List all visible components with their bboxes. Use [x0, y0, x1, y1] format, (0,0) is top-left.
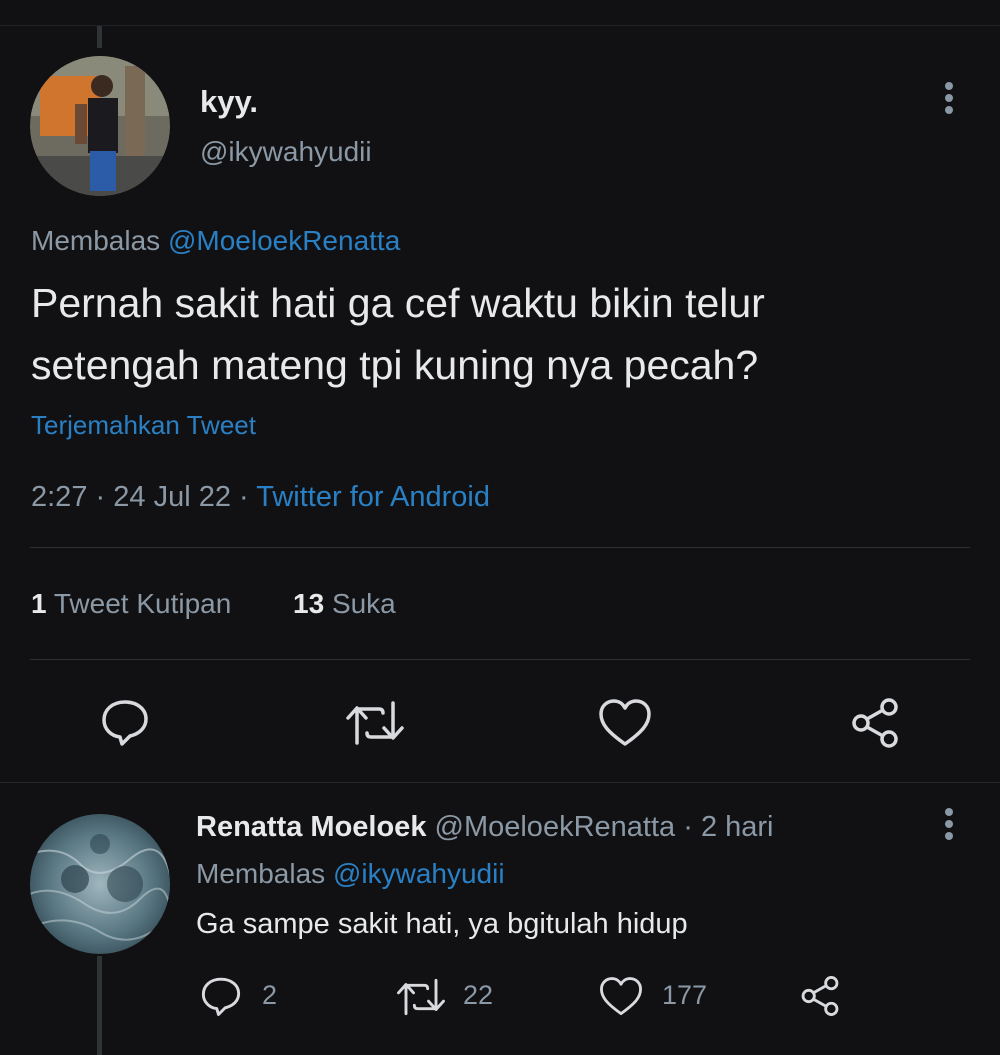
tweet-source-link[interactable]: Twitter for Android — [256, 481, 490, 513]
reply-icon[interactable] — [200, 975, 242, 1022]
reply-reply-prefix: Membalas — [196, 858, 326, 889]
reply-reply-context: Membalas @ikywahyudii — [196, 858, 505, 890]
tweet-meta: 2:27 · 24 Jul 22 · Twitter for Android — [31, 481, 490, 514]
author-name[interactable]: kyy. — [200, 84, 258, 120]
tweet-time[interactable]: 2:27 — [31, 481, 87, 513]
meta-sep: · — [239, 481, 249, 513]
divider — [30, 659, 970, 660]
reply-author-handle[interactable]: @MoeloekRenatta — [435, 811, 676, 843]
share-icon[interactable] — [799, 975, 841, 1022]
reply-icon[interactable] — [100, 697, 150, 752]
avatar-kyy[interactable] — [30, 56, 170, 196]
translate-link[interactable]: Terjemahkan Tweet — [31, 410, 256, 441]
like-icon[interactable] — [599, 976, 643, 1022]
reply-author-name[interactable]: Renatta Moeloek — [196, 811, 426, 843]
reply-prefix: Membalas — [31, 225, 161, 256]
like-count: 13 — [293, 588, 325, 619]
top-bar — [0, 0, 1000, 26]
tweet-date[interactable]: 24 Jul 22 — [113, 481, 231, 513]
thread-line-bottom — [97, 956, 102, 1055]
quote-label: Tweet Kutipan — [53, 588, 232, 619]
tweet-text-line1: Pernah sakit hati ga cef waktu bikin tel… — [31, 280, 765, 326]
retweet-count: 22 — [463, 980, 494, 1010]
retweet-icon[interactable] — [396, 977, 446, 1022]
divider — [30, 547, 970, 548]
reply-sep: · — [683, 811, 693, 843]
tweet-text: Pernah sakit hati ga cef waktu bikin tel… — [31, 272, 765, 396]
meta-sep: · — [95, 481, 106, 513]
share-icon[interactable] — [849, 697, 901, 754]
like-label: Suka — [331, 588, 396, 619]
thread-line-top — [97, 26, 102, 48]
more-icon[interactable] — [943, 808, 955, 844]
like-count: 177 — [662, 980, 708, 1010]
reply-to-link[interactable]: @MoeloekRenatta — [168, 225, 400, 256]
quote-stat[interactable]: 1 Tweet Kutipan — [31, 588, 231, 620]
avatar-renatta[interactable] — [30, 814, 170, 954]
like-icon[interactable] — [598, 698, 652, 753]
tweet-text-line2: setengah mateng tpi kuning nya pecah? — [31, 342, 759, 388]
more-icon[interactable] — [943, 82, 955, 118]
quote-count: 1 — [31, 588, 47, 619]
tweet-separator — [0, 782, 1000, 783]
retweet-icon[interactable] — [345, 699, 405, 752]
reply-text: Ga sampe sakit hati, ya bgitulah hidup — [196, 908, 688, 940]
reply-context: Membalas @MoeloekRenatta — [31, 225, 400, 257]
reply-reply-to-link[interactable]: @ikywahyudii — [333, 858, 505, 889]
reply-count: 2 — [262, 980, 278, 1010]
reply-header: Renatta Moeloek @MoeloekRenatta · 2 hari — [196, 811, 773, 844]
author-handle[interactable]: @ikywahyudii — [200, 136, 372, 168]
reply-age[interactable]: 2 hari — [701, 811, 774, 843]
like-stat[interactable]: 13 Suka — [293, 588, 396, 620]
